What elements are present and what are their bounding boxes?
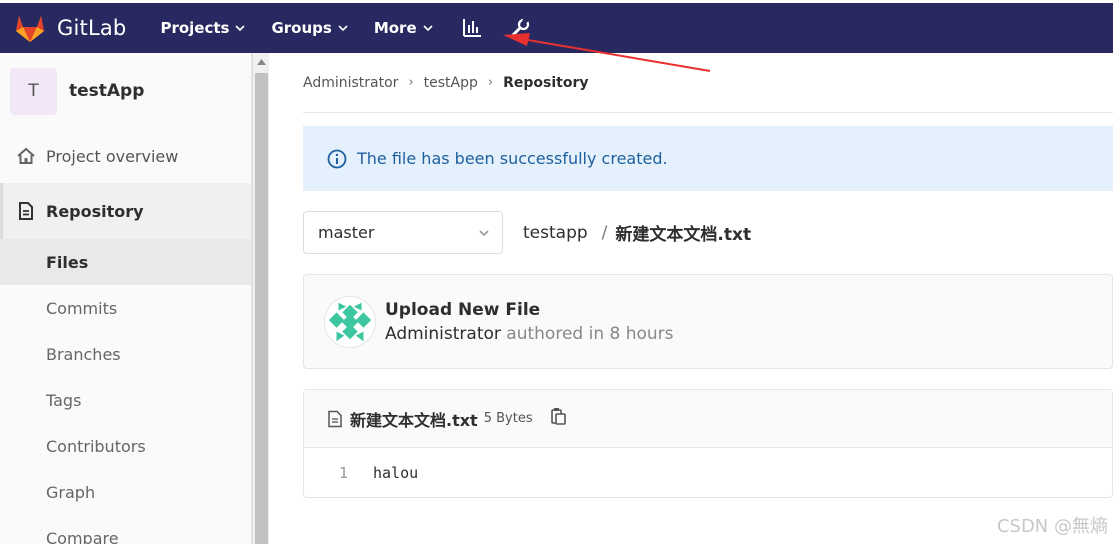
sidebar-item-repository[interactable]: Repository: [0, 183, 251, 239]
nav-more-label: More: [373, 19, 417, 37]
project-avatar: T: [10, 67, 57, 115]
file-icon: [328, 410, 342, 427]
breadcrumb-link[interactable]: testApp: [424, 75, 478, 91]
gitlab-logo-icon: [16, 16, 44, 42]
file-viewer: 新建文本文档.txt 5 Bytes 1 halou: [303, 389, 1113, 498]
breadcrumb-chevron-icon: ›: [487, 75, 494, 90]
brand[interactable]: GitLab: [14, 13, 126, 43]
sidebar-subitem-tags[interactable]: Tags: [0, 377, 251, 423]
nav-groups[interactable]: Groups: [271, 19, 348, 37]
sidebar-item-label: Project overview: [46, 146, 179, 166]
sidebar-subitem-files[interactable]: Files: [0, 239, 251, 285]
breadcrumb-chevron-icon: ›: [408, 75, 414, 90]
commit-title[interactable]: Upload New File: [385, 300, 674, 320]
info-icon: [327, 149, 347, 168]
sidebar-subitem-commits[interactable]: Commits: [0, 285, 251, 331]
sidebar-item-project-overview[interactable]: Project overview: [0, 129, 251, 183]
flash-notice: The file has been successfully created.: [303, 126, 1113, 191]
breadcrumb-current[interactable]: Repository: [503, 75, 588, 91]
file-path: testapp / 新建文本文档.txt: [523, 220, 752, 246]
sidebar-project-header[interactable]: T testApp: [0, 53, 251, 129]
document-icon: [19, 202, 33, 220]
scrollbar-thumb[interactable]: [255, 73, 268, 544]
chevron-down-icon: [479, 229, 489, 236]
home-icon: [17, 147, 35, 164]
chart-icon[interactable]: [461, 17, 483, 39]
tree-controls: master testapp / 新建文本文档.txt: [303, 211, 1113, 254]
code-line: 1 halou: [304, 448, 1112, 498]
commit-author[interactable]: Administrator: [385, 324, 501, 344]
wrench-icon[interactable]: [509, 17, 531, 39]
chevron-down-icon: [235, 25, 246, 32]
brand-name: GitLab: [57, 16, 127, 40]
nav-groups-label: Groups: [271, 19, 332, 37]
watermark: CSDN @無熵: [996, 516, 1108, 537]
copy-icon[interactable]: [549, 406, 569, 426]
sidebar-subitem-contributors[interactable]: Contributors: [0, 423, 251, 469]
chevron-down-icon: [423, 25, 433, 32]
sidebar-subitem-graph[interactable]: Graph: [0, 469, 251, 515]
line-content: halou: [373, 464, 419, 482]
breadcrumb: Administrator › testApp › Repository: [303, 53, 1113, 113]
main-content: Administrator › testApp › Repository The…: [303, 53, 1113, 498]
chevron-down-icon: [338, 25, 348, 32]
scroll-up-arrow-icon[interactable]: [253, 53, 270, 71]
project-name: testApp: [69, 81, 145, 101]
file-header: 新建文本文档.txt 5 Bytes: [304, 390, 1112, 448]
nav-projects-label: Projects: [160, 19, 230, 37]
commit-time: authored in 8 hours: [506, 323, 674, 344]
sidebar-subitem-compare[interactable]: Compare: [0, 515, 251, 544]
top-navbar: GitLab Projects Groups More: [0, 0, 1113, 53]
path-separator: /: [601, 222, 608, 243]
branch-dropdown[interactable]: master: [303, 211, 503, 254]
line-number[interactable]: 1: [304, 464, 348, 482]
flash-message: The file has been successfully created.: [357, 149, 668, 168]
path-root-link[interactable]: testapp: [523, 223, 588, 243]
project-sidebar: T testApp Project overview Repository Fi…: [0, 53, 252, 544]
file-name: 新建文本文档.txt: [350, 410, 478, 430]
nav-projects[interactable]: Projects: [160, 19, 246, 37]
sidebar-scrollbar[interactable]: [252, 53, 269, 544]
last-commit: Upload New File Administrator authored i…: [303, 274, 1113, 369]
branch-name: master: [318, 223, 375, 242]
sidebar-subitem-branches[interactable]: Branches: [0, 331, 251, 377]
sidebar-item-label: Repository: [46, 201, 144, 221]
identicon-avatar: [324, 295, 376, 348]
path-file-name: 新建文本文档.txt: [615, 225, 752, 245]
file-size: 5 Bytes: [483, 411, 533, 426]
breadcrumb-link[interactable]: Administrator: [303, 75, 398, 91]
nav-more[interactable]: More: [374, 19, 433, 37]
